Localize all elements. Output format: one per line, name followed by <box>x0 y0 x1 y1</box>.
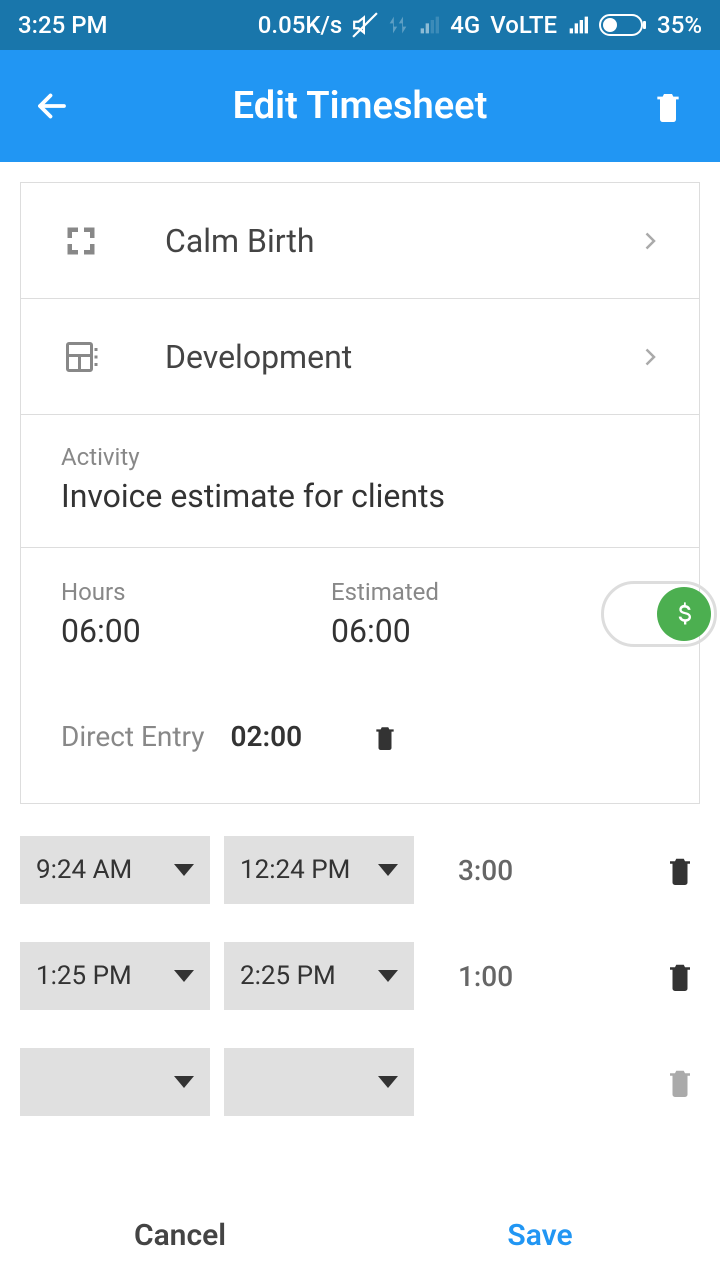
status-net: 4G <box>450 11 480 39</box>
data-icon <box>388 15 408 35</box>
end-time-dropdown[interactable]: 12:24 PM <box>224 836 414 904</box>
back-button[interactable] <box>30 84 74 128</box>
start-time-dropdown[interactable] <box>20 1048 210 1116</box>
time-entry <box>20 1048 700 1116</box>
hours-value: 06:00 <box>61 612 331 650</box>
entry-delete[interactable] <box>660 853 700 887</box>
status-volte: VoLTE <box>490 11 557 39</box>
status-battery: 35% <box>657 11 702 39</box>
hours-section: Hours 06:00 Estimated 06:00 Direct Entry <box>21 548 699 803</box>
entry-delete[interactable] <box>660 959 700 993</box>
mute-icon <box>352 12 378 38</box>
status-bar: 3:25 PM 0.05K/s 4G VoLTE 35% <box>0 0 720 50</box>
cancel-button[interactable]: Cancel <box>0 1190 360 1280</box>
status-speed: 0.05K/s <box>258 11 342 39</box>
project-row[interactable]: Calm Birth <box>21 183 699 299</box>
app-bar: Edit Timesheet <box>0 50 720 162</box>
direct-entry-delete[interactable] <box>372 722 398 752</box>
caret-down-icon <box>174 970 194 982</box>
caret-down-icon <box>378 864 398 876</box>
signal-icon-1 <box>418 15 440 35</box>
project-label: Calm Birth <box>165 222 639 260</box>
delete-button[interactable] <box>646 84 690 128</box>
caret-down-icon <box>174 1076 194 1088</box>
dollar-icon <box>657 587 711 641</box>
task-icon <box>61 337 101 377</box>
direct-entry-value: 02:00 <box>231 720 303 753</box>
billable-toggle[interactable] <box>601 581 717 647</box>
entry-delete[interactable] <box>660 1065 700 1099</box>
activity-label: Activity <box>61 443 659 471</box>
caret-down-icon <box>378 1076 398 1088</box>
caret-down-icon <box>174 864 194 876</box>
project-icon <box>61 221 101 261</box>
chevron-right-icon <box>639 342 659 372</box>
activity-value: Invoice estimate for clients <box>61 477 659 515</box>
end-time-dropdown[interactable] <box>224 1048 414 1116</box>
estimated-value: 06:00 <box>331 612 601 650</box>
activity-row[interactable]: Activity Invoice estimate for clients <box>21 415 699 548</box>
end-time-dropdown[interactable]: 2:25 PM <box>224 942 414 1010</box>
start-time-dropdown[interactable]: 1:25 PM <box>20 942 210 1010</box>
start-time-dropdown[interactable]: 9:24 AM <box>20 836 210 904</box>
status-time: 3:25 PM <box>18 11 108 39</box>
time-entry: 9:24 AM 12:24 PM 3:00 <box>20 836 700 904</box>
chevron-right-icon <box>639 226 659 256</box>
time-entry: 1:25 PM 2:25 PM 1:00 <box>20 942 700 1010</box>
save-button[interactable]: Save <box>360 1190 720 1280</box>
signal-icon-2 <box>567 15 589 35</box>
page-title: Edit Timesheet <box>74 84 646 128</box>
footer: Cancel Save <box>0 1190 720 1280</box>
battery-icon <box>599 14 647 36</box>
estimated-label: Estimated <box>331 578 601 606</box>
caret-down-icon <box>378 970 398 982</box>
entry-duration: 1:00 <box>428 960 646 993</box>
task-label: Development <box>165 338 639 376</box>
hours-label: Hours <box>61 578 331 606</box>
time-entries: 9:24 AM 12:24 PM 3:00 1:25 PM 2:25 PM 1:… <box>0 836 720 1116</box>
timesheet-card: Calm Birth Development Activity Invoice … <box>20 182 700 804</box>
entry-duration: 3:00 <box>428 854 646 887</box>
task-row[interactable]: Development <box>21 299 699 415</box>
direct-entry-label: Direct Entry <box>61 720 205 753</box>
